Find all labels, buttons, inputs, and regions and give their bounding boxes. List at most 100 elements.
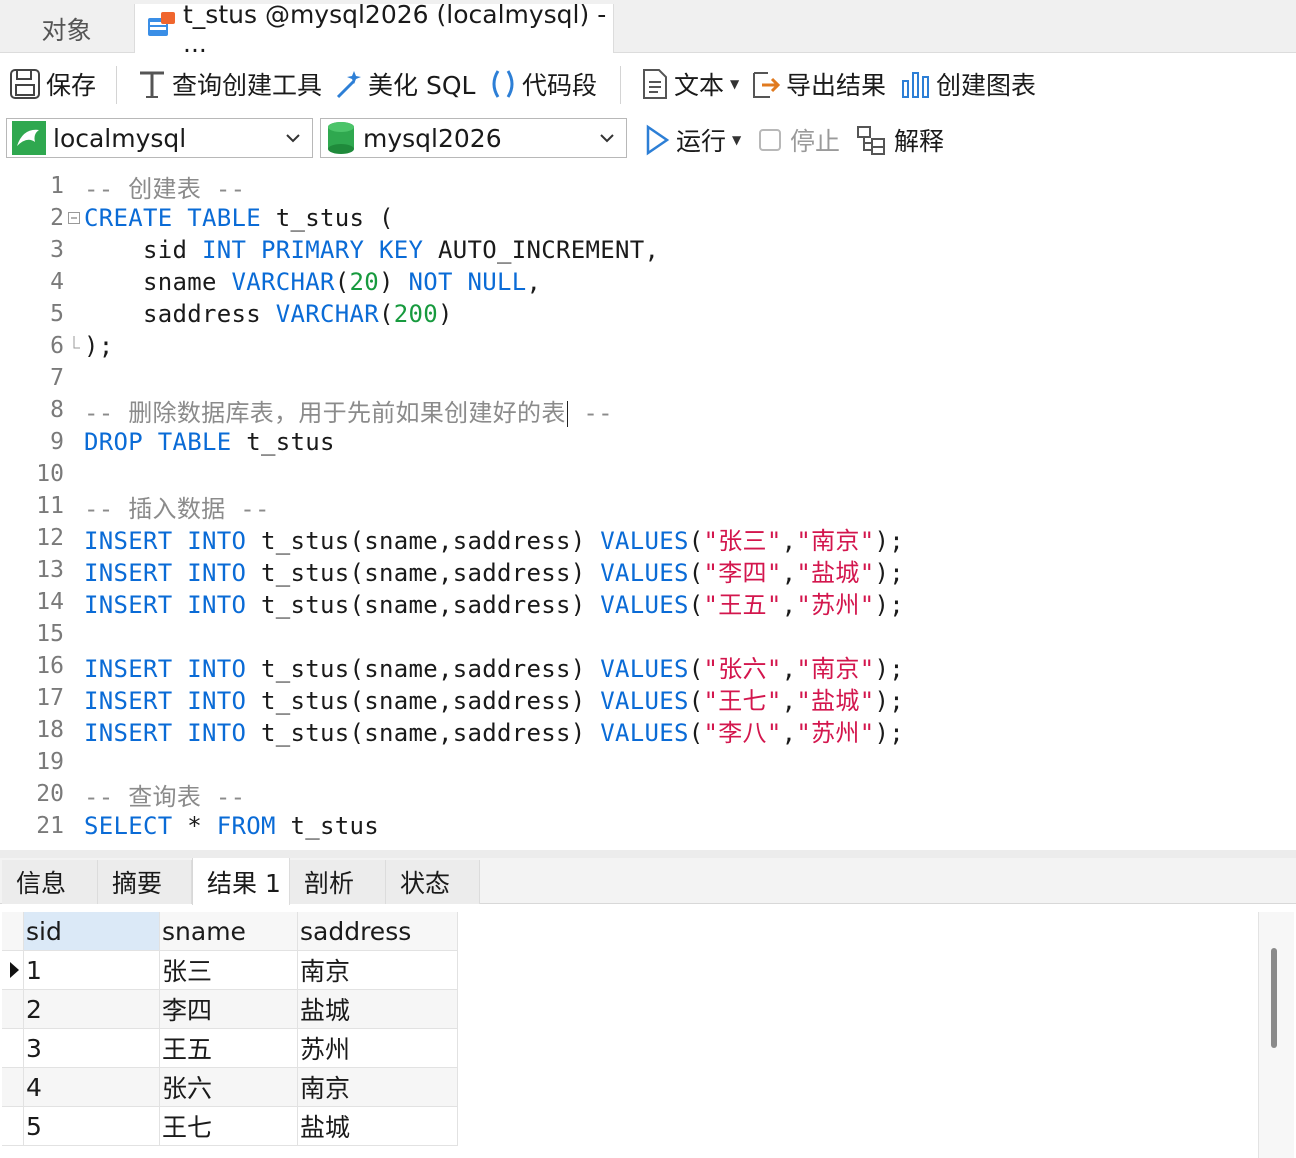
cell-saddress[interactable]: 南京 (298, 951, 458, 990)
cell-sname[interactable]: 李四 (160, 990, 298, 1029)
parentheses-icon (492, 70, 514, 98)
line-number: 9 (50, 429, 64, 455)
save-button[interactable]: 保存 (8, 54, 96, 114)
sql-string: "王七" (703, 686, 782, 715)
tab-status[interactable]: 状态 (386, 860, 480, 904)
column-header-sid[interactable]: sid (24, 912, 160, 951)
tab-query[interactable]: t_stus @mysql2026 (localmysql) - ... (134, 0, 614, 58)
table-row[interactable]: 2 李四 盐城 (2, 990, 458, 1029)
tab-objects[interactable]: 对象 (0, 4, 133, 53)
stop-button[interactable]: 停止 (758, 118, 840, 162)
code-line[interactable]: 2 CREATE TABLE t_stus ( (0, 202, 1296, 234)
code-line[interactable]: 12 INSERT INTO t_stus(sname,saddress) VAL… (0, 522, 1296, 555)
sql-token: t_stus(sname,saddress) (246, 718, 601, 747)
database-select[interactable]: mysql2026 (320, 118, 627, 158)
cell-sid[interactable]: 3 (24, 1029, 160, 1068)
sql-token: ( (688, 718, 704, 747)
code-line[interactable]: 9 DROP TABLE t_stus (0, 426, 1296, 458)
explain-button[interactable]: 解释 (856, 118, 944, 162)
cell-sname[interactable]: 王七 (160, 1107, 298, 1146)
sql-editor[interactable]: 1 -- 创建表 -- 2 CREATE TABLE t_stus (3 sid IN… (0, 170, 1296, 850)
sql-string: "南京" (796, 526, 875, 555)
line-number: 17 (36, 685, 64, 711)
cell-saddress[interactable]: 盐城 (298, 990, 458, 1029)
line-number: 10 (36, 461, 64, 487)
code-line[interactable]: 14 INSERT INTO t_stus(sname,saddress) VAL… (0, 586, 1296, 619)
snippet-button[interactable]: 代码段 (488, 54, 597, 114)
cell-saddress[interactable]: 盐城 (298, 1107, 458, 1146)
line-number: 8 (50, 397, 64, 423)
create-chart-label: 创建图表 (936, 71, 1037, 100)
sql-token: t_stus(sname,saddress) (246, 590, 601, 619)
cell-sname[interactable]: 张三 (160, 951, 298, 990)
column-header-sname[interactable]: sname (160, 912, 298, 951)
code-line[interactable]: 10 (0, 458, 1296, 490)
sql-keyword: VALUES (600, 718, 689, 747)
code-text: INSERT INTO t_stus(sname,saddress) VALUE… (84, 713, 904, 748)
scrollbar-thumb[interactable] (1271, 948, 1277, 1048)
line-number: 7 (50, 365, 64, 391)
sql-keyword: INSERT (84, 654, 173, 683)
run-button[interactable]: 运行 ▼ (644, 118, 741, 162)
current-row-icon (2, 951, 24, 990)
code-line[interactable]: 20 -- 查询表 -- (0, 778, 1296, 811)
create-chart-button[interactable]: 创建图表 (900, 54, 1036, 114)
tab-profile-label: 剖析 (304, 869, 355, 898)
cell-saddress[interactable]: 苏州 (298, 1029, 458, 1068)
result-vertical-scrollbar[interactable] (1258, 912, 1294, 1158)
sql-token: ) (379, 268, 409, 296)
sql-keyword: INSERT (84, 526, 173, 555)
code-line[interactable]: 19 (0, 746, 1296, 778)
connection-select[interactable]: localmysql (6, 118, 313, 158)
code-line[interactable]: 11 -- 插入数据 -- (0, 490, 1296, 523)
code-line[interactable]: 3 sid INT PRIMARY KEY AUTO_INCREMENT, (0, 234, 1296, 266)
code-line[interactable]: 8 -- 删除数据库表，用于先前如果创建好的表 -- (0, 394, 1296, 427)
sql-string: "张三" (703, 526, 782, 555)
panel-splitter[interactable] (0, 850, 1296, 858)
sql-token: * (172, 812, 217, 840)
chevron-down-icon (286, 134, 300, 143)
sql-token: t_stus(sname,saddress) (246, 558, 601, 587)
code-line[interactable]: 15 (0, 618, 1296, 650)
sql-token: ( (688, 558, 704, 587)
table-row[interactable]: 4 张六 南京 (2, 1068, 458, 1107)
table-row[interactable]: 1 张三 南京 (2, 951, 458, 990)
tab-result-1[interactable]: 结果 1 (192, 858, 290, 905)
cell-sid[interactable]: 1 (24, 951, 160, 990)
table-row[interactable]: 3 王五 苏州 (2, 1029, 458, 1068)
export-result-button[interactable]: 导出结果 (750, 54, 886, 114)
cell-sname[interactable]: 张六 (160, 1068, 298, 1107)
beautify-sql-button[interactable]: 美化 SQL (334, 54, 475, 114)
sql-token: ( (688, 686, 704, 715)
query-builder-icon (140, 71, 164, 98)
code-line[interactable]: 16 INSERT INTO t_stus(sname,saddress) VAL… (0, 650, 1296, 683)
code-line[interactable]: 13 INSERT INTO t_stus(sname,saddress) VAL… (0, 554, 1296, 587)
column-header-saddress[interactable]: saddress (298, 912, 458, 951)
code-line[interactable]: 17 INSERT INTO t_stus(sname,saddress) VAL… (0, 682, 1296, 715)
tab-profile[interactable]: 剖析 (290, 860, 386, 904)
cell-sid[interactable]: 5 (24, 1107, 160, 1146)
cell-sname[interactable]: 王五 (160, 1029, 298, 1068)
query-builder-button[interactable]: 查询创建工具 (136, 54, 322, 114)
export-icon (753, 72, 781, 98)
code-line[interactable]: 21 SELECT * FROM t_stus (0, 810, 1296, 842)
cell-sid[interactable]: 2 (24, 990, 160, 1029)
tab-summary[interactable]: 摘要 (98, 860, 192, 904)
code-line[interactable]: 7 (0, 362, 1296, 394)
text-dropdown-button[interactable]: 文本 ▼ (640, 54, 739, 114)
bar-chart-icon (902, 72, 929, 98)
tab-info[interactable]: 信息 (2, 860, 98, 904)
snippet-label: 代码段 (522, 71, 598, 100)
sql-string: "南京" (796, 654, 875, 683)
database-icon (328, 122, 354, 154)
table-row[interactable]: 5 王七 盐城 (2, 1107, 458, 1146)
code-line[interactable]: 1 -- 创建表 -- (0, 170, 1296, 203)
code-line[interactable]: 6); (0, 330, 1296, 362)
code-line[interactable]: 4 sname VARCHAR(20) NOT NULL, (0, 266, 1296, 298)
cell-saddress[interactable]: 南京 (298, 1068, 458, 1107)
code-line[interactable]: 5 saddress VARCHAR(200) (0, 298, 1296, 330)
code-line[interactable]: 18 INSERT INTO t_stus(sname,saddress) VAL… (0, 713, 1296, 748)
sql-token: sname (84, 268, 232, 296)
cell-sid[interactable]: 4 (24, 1068, 160, 1107)
